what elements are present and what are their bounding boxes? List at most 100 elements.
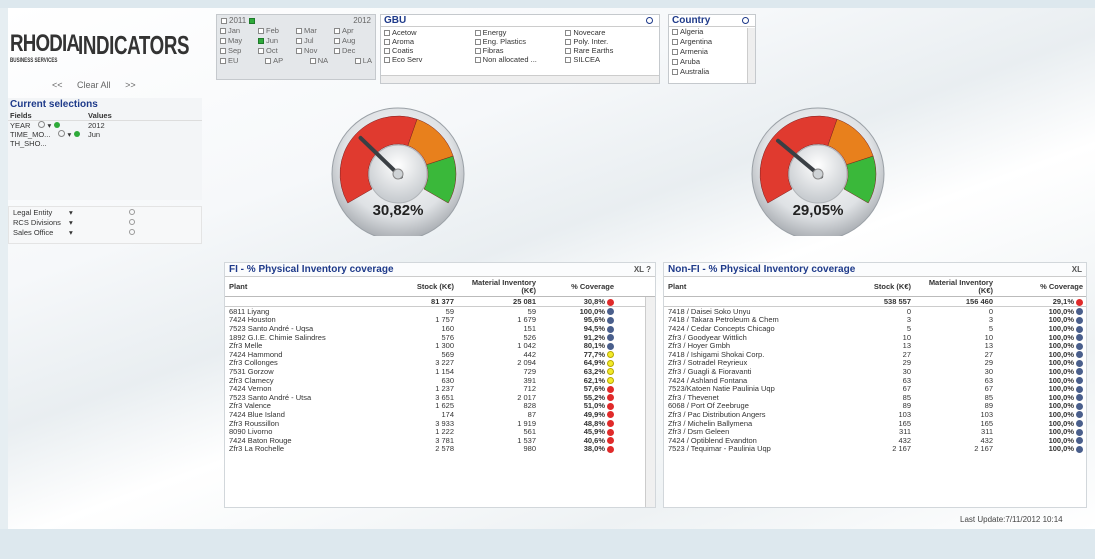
search-icon[interactable] — [742, 17, 749, 24]
month-nov[interactable]: Nov — [296, 46, 334, 55]
dropdown-arrow-icon[interactable]: ▾ — [69, 228, 129, 237]
selection-row[interactable]: TH_SHO... — [8, 139, 202, 148]
table-row[interactable]: Zfr3 / Sotradel Reyrieux 29 29 100,0% — [664, 358, 1086, 367]
clear-all-button[interactable]: Clear All — [77, 80, 111, 90]
col-material[interactable]: Material Inventory (K€) — [914, 279, 996, 295]
table-row[interactable]: 7424 / Cedar Concepts Chicago 5 5 100,0% — [664, 324, 1086, 333]
filter-sales-office[interactable]: Sales Office ▾ — [9, 227, 201, 237]
gbu-item[interactable]: Novecare — [565, 28, 656, 37]
region-na[interactable]: NA — [309, 56, 328, 65]
col-stock[interactable]: Stock (K€) — [850, 282, 914, 291]
table-row[interactable]: Zfr3 / Dsm Geleen 311 311 100,0% — [664, 427, 1086, 436]
table-row[interactable]: 7418 / Takara Petroleum & Chem 3 3 100,0% — [664, 315, 1086, 324]
gbu-item[interactable]: Eco Serv — [384, 55, 475, 64]
region-ap[interactable]: AP — [265, 56, 283, 65]
filter-rcs-divisions[interactable]: RCS Divisions ▾ — [9, 217, 201, 227]
year-2011[interactable]: 2011 — [221, 16, 257, 25]
month-apr[interactable]: Apr — [334, 26, 372, 35]
table-row[interactable]: Zfr3 / Goodyear Wittlich 10 10 100,0% — [664, 333, 1086, 342]
back-button[interactable]: << — [52, 80, 63, 90]
table-row[interactable]: 7424 Hammond 569 442 77,7% — [225, 350, 655, 359]
table-row[interactable]: 7424 Baton Rouge 3 781 1 537 40,6% — [225, 436, 655, 445]
table-row[interactable]: 7418 / Ishigami Shokai Corp. 27 27 100,0% — [664, 350, 1086, 359]
table-row[interactable]: 7424 Vernon 1 237 712 57,6% — [225, 384, 655, 393]
gbu-item[interactable]: Coatis — [384, 46, 475, 55]
vertical-scrollbar[interactable] — [747, 28, 755, 83]
country-item[interactable]: Aruba — [669, 57, 755, 67]
table-row[interactable]: 7424 / Optiblend Evandton 432 432 100,0% — [664, 436, 1086, 445]
month-aug[interactable]: Aug — [334, 36, 372, 45]
gbu-item[interactable]: Fibras — [474, 46, 566, 55]
gbu-item[interactable]: Eng. Plastics — [474, 37, 566, 46]
table-row[interactable]: 8090 Livorno 1 222 561 45,9% — [225, 427, 655, 436]
search-icon[interactable] — [58, 130, 66, 137]
month-jan[interactable]: Jan — [220, 26, 258, 35]
search-icon[interactable] — [646, 17, 653, 24]
table-row[interactable]: 6068 / Port Of Zeebruge 89 89 100,0% — [664, 401, 1086, 410]
table-tools[interactable]: XL — [1072, 265, 1082, 274]
gbu-item[interactable]: Non allocated ... — [474, 55, 566, 64]
gbu-item[interactable]: Energy — [474, 28, 566, 37]
selection-row[interactable]: TIME_MO... ▾ Jun — [8, 130, 202, 139]
month-jul[interactable]: Jul — [296, 36, 334, 45]
country-item[interactable]: Algeria — [669, 27, 755, 37]
table-row[interactable]: 7523/Katoen Natie Paulinia Uqp 67 67 100,0% — [664, 384, 1086, 393]
gbu-item[interactable]: Aroma — [384, 37, 475, 46]
col-material[interactable]: Material Inventory (K€) — [457, 279, 539, 295]
table-tools[interactable]: XL ? — [634, 265, 651, 274]
table-row[interactable]: Zfr3 Valence 1 625 828 51,0% — [225, 401, 655, 410]
region-la[interactable]: LA — [354, 56, 372, 65]
col-stock[interactable]: Stock (K€) — [395, 282, 457, 291]
month-may[interactable]: May — [220, 36, 258, 45]
table-row[interactable]: Zfr3 Melle 1 300 1 042 80,1% — [225, 341, 655, 350]
status-dot-icon — [607, 308, 614, 316]
col-plant[interactable]: Plant — [664, 282, 850, 291]
table-row[interactable]: Zfr3 La Rochelle 2 578 980 38,0% — [225, 444, 655, 453]
table-row[interactable]: Zfr3 / Pac Distribution Angers 103 103 100,… — [664, 410, 1086, 419]
gbu-item[interactable]: Poly. Inter. — [565, 37, 656, 46]
month-sep[interactable]: Sep — [220, 46, 258, 55]
table-row[interactable]: Zfr3 Roussillon 3 933 1 919 48,8% — [225, 419, 655, 428]
status-dot-icon — [1076, 308, 1083, 316]
table-row[interactable]: Zfr3 Collonges 3 227 2 094 64,9% — [225, 358, 655, 367]
month-jun[interactable]: Jun — [258, 36, 296, 45]
year-2012[interactable]: 2012 — [353, 16, 371, 25]
table-row[interactable]: 7424 Houston 1 757 1 679 95,6% — [225, 315, 655, 324]
search-icon[interactable] — [38, 121, 46, 128]
table-row[interactable]: Zfr3 / Thevenet 85 85 100,0% — [664, 393, 1086, 402]
table-row[interactable]: 7424 / Ashland Fontana 63 63 100,0% — [664, 376, 1086, 385]
month-feb[interactable]: Feb — [258, 26, 296, 35]
dropdown-arrow-icon[interactable]: ▾ — [69, 208, 129, 217]
month-dec[interactable]: Dec — [334, 46, 372, 55]
country-item[interactable]: Argentina — [669, 37, 755, 47]
region-eu[interactable]: EU — [220, 56, 238, 65]
filter-legal-entity[interactable]: Legal Entity ▾ — [9, 207, 201, 217]
table-row[interactable]: Zfr3 / Guagli & Fioravanti 30 30 100,0% — [664, 367, 1086, 376]
col-coverage[interactable]: % Coverage — [996, 282, 1086, 291]
table-row[interactable]: 7523 Santo André - Uqsa 160 151 94,5% — [225, 324, 655, 333]
table-row[interactable]: 7531 Gorzow 1 154 729 63,2% — [225, 367, 655, 376]
col-coverage[interactable]: % Coverage — [539, 282, 617, 291]
forward-button[interactable]: >> — [125, 80, 136, 90]
table-row[interactable]: 1892 G.I.E. Chimie Salindres 576 526 91,2% — [225, 333, 655, 342]
gbu-item[interactable]: Rare Earths — [565, 46, 656, 55]
col-plant[interactable]: Plant — [225, 282, 395, 291]
horizontal-scrollbar[interactable] — [381, 75, 659, 83]
gbu-item[interactable]: SILCEA — [565, 55, 656, 64]
table-row[interactable]: 7418 / Daisei Soko Unyu 0 0 100,0% — [664, 307, 1086, 316]
table-row[interactable]: 7523 Santo André - Utsa 3 651 2 017 55,2% — [225, 393, 655, 402]
table-row[interactable]: Zfr3 / Michelin Ballymena 165 165 100,0% — [664, 419, 1086, 428]
country-item[interactable]: Australia — [669, 67, 755, 77]
table-row[interactable]: Zfr3 Clamecy 630 391 62,1% — [225, 376, 655, 385]
gbu-item[interactable]: Acetow — [384, 28, 475, 37]
table-row[interactable]: 7424 Blue Island 174 87 49,9% — [225, 410, 655, 419]
table-row[interactable]: Zfr3 / Hoyer Gmbh 13 13 100,0% — [664, 341, 1086, 350]
vertical-scrollbar[interactable] — [645, 297, 655, 507]
month-oct[interactable]: Oct — [258, 46, 296, 55]
month-mar[interactable]: Mar — [296, 26, 334, 35]
table-row[interactable]: 6811 Liyang 59 59 100,0% — [225, 307, 655, 316]
selection-row[interactable]: YEAR ▾ 2012 — [8, 121, 202, 130]
country-item[interactable]: Armenia — [669, 47, 755, 57]
dropdown-arrow-icon[interactable]: ▾ — [69, 218, 129, 227]
table-row[interactable]: 7523 / Tequimar - Paulinia Uqp 2 167 2 167… — [664, 444, 1086, 453]
